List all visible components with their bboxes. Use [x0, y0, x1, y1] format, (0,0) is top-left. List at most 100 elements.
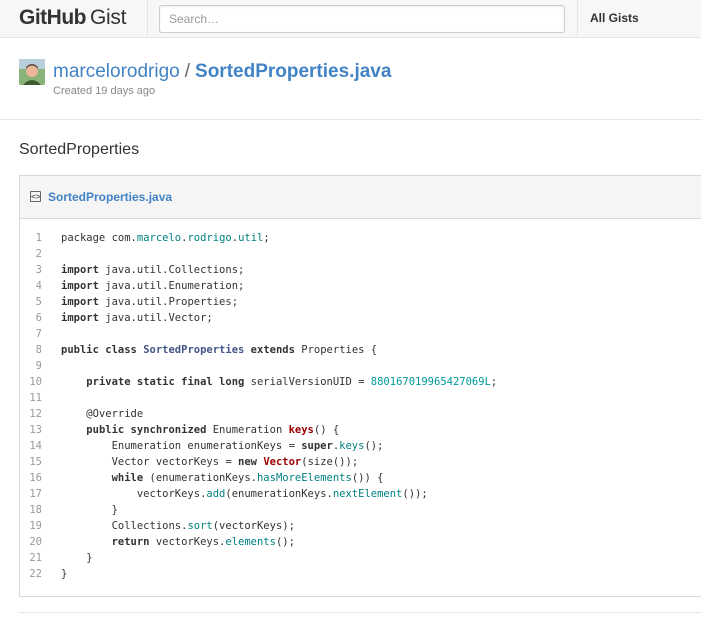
code-line: 15 Vector vectorKeys = new Vector(size()… [20, 454, 701, 470]
header-divider [147, 0, 148, 38]
gist-name-link[interactable]: SortedProperties.java [195, 61, 391, 82]
logo-gist-text: Gist [89, 6, 127, 29]
code-line: 13 public synchronized Enumeration keys(… [20, 422, 701, 438]
code-line: 21 } [20, 550, 701, 566]
code-text: Vector vectorKeys = new Vector(size()); [50, 454, 359, 470]
code-token: public class [61, 344, 137, 356]
line-number[interactable]: 14 [20, 438, 50, 454]
code-token: java.util.Collections; [98, 264, 245, 276]
code-token: vectorKeys. [61, 488, 207, 500]
code-token: keys [339, 440, 365, 452]
line-number[interactable]: 15 [20, 454, 50, 470]
code-token: Collections. [61, 520, 188, 532]
line-number[interactable]: 17 [20, 486, 50, 502]
line-number[interactable]: 9 [20, 358, 50, 374]
code-line: 11 [20, 390, 701, 406]
line-number[interactable]: 22 [20, 566, 50, 582]
code-line: 16 while (enumerationKeys.hasMoreElement… [20, 470, 701, 486]
code-token: Properties { [294, 344, 378, 356]
code-token: (); [275, 536, 295, 548]
code-token: keys [288, 424, 314, 436]
code-token: Vector [263, 456, 302, 468]
code-token: Vector vectorKeys = [61, 456, 239, 468]
code-token: while [111, 472, 144, 484]
search-input[interactable] [159, 5, 565, 33]
code-block: 1 package com.marcelo.rodrigo.util; 2 3 impo… [20, 230, 701, 582]
title-separator: / [184, 61, 191, 82]
code-token: @Override [61, 408, 144, 420]
file-name-link[interactable]: SortedProperties.java [48, 190, 172, 204]
code-text: while (enumerationKeys.hasMoreElements()… [50, 470, 384, 486]
code-token: rodrigo [187, 232, 232, 244]
line-number[interactable]: 12 [20, 406, 50, 422]
code-token: import [61, 280, 99, 292]
line-number[interactable]: 1 [20, 230, 50, 246]
created-timestamp: Created 19 days ago [53, 85, 156, 97]
line-number[interactable]: 5 [20, 294, 50, 310]
code-token: (); [364, 440, 384, 452]
code-line: 14 Enumeration enumerationKeys = super.k… [20, 438, 701, 454]
line-number[interactable]: 13 [20, 422, 50, 438]
code-token: } [61, 504, 118, 516]
code-token: return [111, 536, 150, 548]
code-line: 6 import java.util.Vector; [20, 310, 701, 326]
code-token: (enumerationKeys. [143, 472, 257, 484]
code-line: 18 } [20, 502, 701, 518]
code-token: util [238, 232, 264, 244]
code-line: 7 [20, 326, 701, 342]
line-number[interactable]: 3 [20, 262, 50, 278]
code-token: serialVersionUID = [244, 376, 371, 388]
github-gist-logo[interactable]: GitHub Gist [19, 6, 126, 32]
code-token: SortedProperties [143, 344, 245, 356]
code-token: ()); [402, 488, 428, 500]
code-token: import [61, 264, 99, 276]
code-text: @Override [50, 406, 143, 422]
line-number[interactable]: 21 [20, 550, 50, 566]
code-token: (vectorKeys); [212, 520, 295, 532]
line-number[interactable]: 18 [20, 502, 50, 518]
gist-owner-link[interactable]: marcelorodrigo [53, 61, 180, 82]
code-line: 9 [20, 358, 701, 374]
code-text: import java.util.Properties; [50, 294, 238, 310]
line-number[interactable]: 19 [20, 518, 50, 534]
code-token: (size()); [301, 456, 359, 468]
code-token: } [61, 552, 93, 564]
code-line: 5 import java.util.Properties; [20, 294, 701, 310]
code-text: public synchronized Enumeration keys() { [50, 422, 339, 438]
code-text: import java.util.Enumeration; [50, 278, 244, 294]
code-token: java.util.Vector; [98, 312, 213, 324]
code-line: 20 return vectorKeys.elements(); [20, 534, 701, 550]
code-token: public synchronized [86, 424, 207, 436]
code-token: Enumeration enumerationKeys = [61, 440, 302, 452]
code-token: import [61, 312, 99, 324]
code-text: public class SortedProperties extends Pr… [50, 342, 377, 358]
line-number[interactable]: 7 [20, 326, 50, 342]
all-gists-link[interactable]: All Gists [590, 11, 639, 25]
line-number[interactable]: 16 [20, 470, 50, 486]
code-line: 19 Collections.sort(vectorKeys); [20, 518, 701, 534]
file-header: <> SortedProperties.java [20, 176, 701, 219]
code-text: import java.util.Vector; [50, 310, 213, 326]
code-token: sort [187, 520, 213, 532]
line-number[interactable]: 11 [20, 390, 50, 406]
line-number[interactable]: 20 [20, 534, 50, 550]
line-number[interactable]: 2 [20, 246, 50, 262]
code-token: import [61, 296, 99, 308]
code-text: Enumeration enumerationKeys = super.keys… [50, 438, 384, 454]
line-number[interactable]: 6 [20, 310, 50, 326]
line-number[interactable]: 10 [20, 374, 50, 390]
code-text: private static final long serialVersionU… [50, 374, 497, 390]
line-number[interactable]: 8 [20, 342, 50, 358]
logo-github-text: GitHub [19, 6, 86, 29]
divider [19, 612, 701, 613]
line-number[interactable]: 4 [20, 278, 50, 294]
avatar[interactable] [19, 59, 45, 85]
